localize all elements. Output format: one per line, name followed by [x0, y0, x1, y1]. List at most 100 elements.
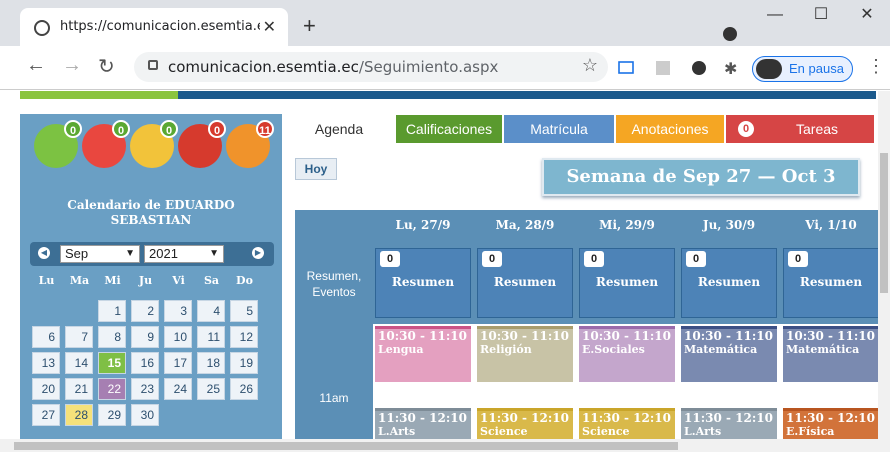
calendar-day[interactable]: 25: [197, 378, 225, 400]
lesson-subject: Religión: [480, 343, 532, 356]
calendar-day[interactable]: 10: [164, 326, 192, 348]
tab-calificaciones[interactable]: Calificaciones: [396, 115, 502, 143]
profile-icon[interactable]: [723, 27, 737, 41]
address-bar[interactable]: comunicacion.esemtia.ec/Seguimiento.aspx…: [134, 52, 608, 82]
notes-icon[interactable]: 0: [130, 120, 178, 168]
calendar-day[interactable]: 9: [131, 326, 159, 348]
calendar-day[interactable]: 21: [65, 378, 93, 400]
calendar-day[interactable]: 16: [131, 352, 159, 374]
extension-icon[interactable]: [654, 59, 672, 77]
bookmark-star-icon[interactable]: ☆: [582, 55, 598, 76]
lesson-block[interactable]: 10:30 - 11:10 Matemática: [783, 326, 878, 382]
school-icon[interactable]: 11: [226, 120, 274, 168]
year-select[interactable]: 2021 ▼: [144, 245, 224, 263]
lesson-block[interactable]: 10:30 - 11:10 E.Sociales: [579, 326, 675, 382]
summary-box[interactable]: 0 Resumen: [783, 248, 878, 318]
lesson-block[interactable]: 11:30 - 12:10 E.Física: [783, 408, 878, 439]
back-button[interactable]: ←: [26, 54, 46, 77]
calendar-day[interactable]: 8: [98, 326, 126, 348]
calendar-day[interactable]: 19: [230, 352, 258, 374]
calendar-day[interactable]: 3: [164, 300, 192, 322]
calendar-day[interactable]: 12: [230, 326, 258, 348]
calendar-day[interactable]: 26: [230, 378, 258, 400]
calendar-day[interactable]: 5: [230, 300, 258, 322]
sidebar: 0 0 0 0 11 Calendario de EDUARDO SEBASTIAN ◀…: [20, 114, 282, 439]
calendar-day[interactable]: 13: [32, 352, 60, 374]
vertical-scrollbar[interactable]: [878, 91, 890, 439]
count-badge: 0: [112, 120, 130, 138]
calendar-day[interactable]: 30: [131, 404, 159, 426]
reload-button[interactable]: ↻: [98, 54, 115, 79]
lesson-block[interactable]: 11:30 - 12:10 L.Arts: [375, 408, 471, 439]
pause-label: En pausa: [789, 61, 844, 76]
month-select[interactable]: Sep ▼: [60, 245, 140, 263]
lesson-block[interactable]: 10:30 - 11:10 Religión: [477, 326, 573, 382]
calendar-day[interactable]: 23: [131, 378, 159, 400]
close-tab-icon[interactable]: ✕: [263, 17, 276, 37]
sync-paused-button[interactable]: En pausa: [752, 56, 853, 82]
lesson-block[interactable]: 11:30 - 12:10 Science: [579, 408, 675, 439]
page-top-banner: [0, 91, 878, 100]
calendar-day[interactable]: 17: [164, 352, 192, 374]
lesson-block[interactable]: 11:30 - 12:10 Science: [477, 408, 573, 439]
lock-icon: [148, 60, 158, 70]
browser-menu-icon[interactable]: ⋮: [867, 56, 885, 77]
summary-box[interactable]: 0 Resumen: [579, 248, 675, 318]
lesson-subject: Lengua: [378, 343, 424, 356]
calendar-day[interactable]: 11: [197, 326, 225, 348]
calendar-icon[interactable]: 0: [82, 120, 130, 168]
lesson-time: 10:30 - 11:10: [378, 329, 467, 343]
tab-matricula[interactable]: Matrícula: [504, 115, 614, 143]
weekday-label: Ma: [69, 274, 90, 287]
lesson-time: 11:30 - 12:10: [786, 411, 875, 425]
next-month-icon[interactable]: ▶: [252, 247, 264, 259]
summary-box[interactable]: 0 Resumen: [681, 248, 777, 318]
calendar-day[interactable]: 7: [65, 326, 93, 348]
lesson-time: 11:30 - 12:10: [684, 411, 773, 425]
puzzle-icon[interactable]: ✱: [724, 59, 742, 78]
browser-tab[interactable]: https://comunicacion.esemtia.ec/ ✕: [20, 8, 288, 46]
calendar-day[interactable]: 4: [197, 300, 225, 322]
calendar-day[interactable]: 1: [98, 300, 126, 322]
calendar-day[interactable]: 14: [65, 352, 93, 374]
lesson-block[interactable]: 10:30 - 11:10 Matemática: [681, 326, 777, 382]
calendar-day[interactable]: 24: [164, 378, 192, 400]
tab-tareas[interactable]: 0 Tareas: [726, 115, 874, 143]
day-header: Ju, 30/9: [702, 218, 756, 232]
calendar-day[interactable]: 6: [32, 326, 60, 348]
close-window-button[interactable]: ✕: [844, 0, 890, 30]
forward-button[interactable]: →: [62, 54, 82, 77]
schedule-grid: Lu, 27/9 Ma, 28/9 Mi, 29/9 Ju, 30/9 Vi, 1/10…: [295, 210, 878, 439]
weekday-headers: Lu Ma Mi Ju Vi Sa Do: [30, 274, 274, 287]
calendar-day[interactable]: 28: [65, 404, 93, 426]
tab-agenda[interactable]: Agenda: [294, 115, 384, 143]
prev-month-icon[interactable]: ◀: [38, 247, 50, 259]
maximize-button[interactable]: ☐: [798, 0, 844, 30]
apple-icon[interactable]: 0: [34, 120, 82, 168]
calendar-day[interactable]: 20: [32, 378, 60, 400]
today-button[interactable]: Hoy: [295, 158, 337, 180]
calendar-day[interactable]: 22: [98, 378, 126, 400]
cast-icon[interactable]: [617, 59, 635, 77]
lesson-time: 10:30 - 11:10: [480, 329, 569, 343]
calendar-day[interactable]: 18: [197, 352, 225, 374]
minimize-button[interactable]: —: [752, 0, 798, 30]
horizontal-scrollbar[interactable]: [0, 439, 890, 452]
lesson-time: 11:30 - 12:10: [582, 411, 671, 425]
lesson-block[interactable]: 11:30 - 12:10 L.Arts: [681, 408, 777, 439]
summary-box[interactable]: 0 Resumen: [477, 248, 573, 318]
camera-icon[interactable]: 0: [178, 120, 226, 168]
window-controls: — ☐ ✕: [752, 0, 890, 30]
summary-box[interactable]: 0 Resumen: [375, 248, 471, 318]
extension-round-icon[interactable]: [690, 59, 708, 77]
tab-tareas-label: Tareas: [796, 121, 839, 137]
calendar-day[interactable]: 27: [32, 404, 60, 426]
tab-anotaciones[interactable]: Anotaciones: [616, 115, 724, 143]
new-tab-button[interactable]: +: [303, 13, 316, 39]
summary-row-label: Resumen, Eventos: [306, 269, 362, 299]
calendar-day[interactable]: 29: [98, 404, 126, 426]
lesson-block[interactable]: 10:30 - 11:10 Lengua: [375, 326, 471, 382]
lesson-time: 11:30 - 12:10: [378, 411, 467, 425]
calendar-day[interactable]: 2: [131, 300, 159, 322]
calendar-day[interactable]: 15: [98, 352, 126, 374]
